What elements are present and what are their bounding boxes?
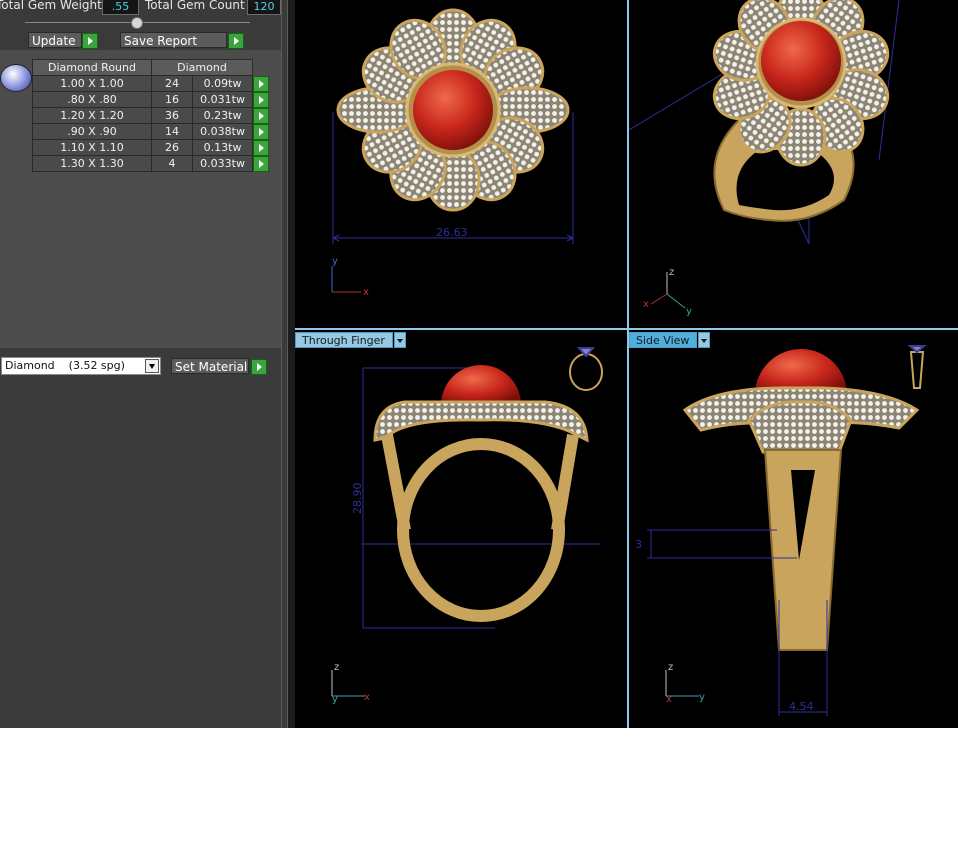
svg-text:x: x	[364, 692, 370, 703]
gem-report-panel: Total Gem Weight .55 Total Gem Count 120…	[0, 0, 287, 728]
chevron-down-icon[interactable]	[394, 332, 406, 348]
side-small-dimension: 3	[635, 538, 642, 551]
total-gem-count-label: Total Gem Count	[145, 0, 245, 12]
svg-text:x: x	[666, 694, 672, 705]
gem-size-cell: 1.30 X 1.30	[32, 155, 152, 172]
through-finger-dimension: 28.90	[351, 483, 364, 515]
tab-side-view[interactable]: Side View	[629, 332, 697, 348]
svg-text:z: z	[668, 662, 673, 673]
total-gem-weight-label: Total Gem Weight	[0, 0, 102, 12]
total-gem-count-value: 120	[247, 0, 281, 15]
row-go-icon[interactable]	[253, 75, 269, 92]
gem-size-cell: .90 X .90	[32, 123, 152, 140]
svg-text:y: y	[699, 692, 705, 703]
gem-count-cell: 4	[150, 155, 194, 172]
perspective-render: z x y	[629, 0, 900, 317]
row-go-icon[interactable]	[253, 123, 269, 140]
axis-gizmo: z y x	[331, 662, 370, 705]
gem-weight-cell: 0.13tw	[192, 139, 253, 156]
table-row[interactable]: .80 X .80 16 0.031tw	[32, 91, 270, 108]
table-row[interactable]: .90 X .90 14 0.038tw	[32, 123, 270, 140]
svg-text:z: z	[669, 267, 674, 278]
viewport-perspective[interactable]: z x y	[629, 0, 958, 328]
svg-text:y: y	[686, 306, 692, 317]
material-select[interactable]: Diamond (3.52 spg)	[1, 357, 161, 375]
gem-weight-cell: 0.038tw	[192, 123, 253, 140]
svg-text:y: y	[332, 256, 338, 267]
column-header-diamond: Diamond	[151, 59, 253, 76]
axis-gizmo: z x y	[643, 267, 692, 317]
viewport-divider-horizontal[interactable]	[295, 328, 958, 330]
gem-size-cell: 1.10 X 1.10	[32, 139, 152, 156]
viewport-top[interactable]: 26.63 y x	[295, 0, 627, 328]
material-area	[0, 348, 287, 728]
table-row[interactable]: 1.20 X 1.20 36 0.23tw	[32, 107, 270, 124]
set-material-go-icon[interactable]	[251, 359, 267, 375]
total-gem-weight-value: .55	[102, 0, 139, 15]
viewport-side-view[interactable]: 3 4.54 z x y Side View	[629, 330, 958, 728]
chevron-down-icon[interactable]	[698, 332, 710, 348]
save-report-go-icon[interactable]	[228, 33, 244, 49]
axis-gizmo: y x	[331, 256, 369, 298]
ring-outline-icon	[569, 347, 603, 391]
gem-count-cell: 14	[150, 123, 194, 140]
app-window: Total Gem Weight .55 Total Gem Count 120…	[0, 0, 958, 728]
svg-text:z: z	[334, 662, 339, 673]
row-go-icon[interactable]	[253, 139, 269, 156]
gem-weight-cell: 0.031tw	[192, 91, 253, 108]
update-go-icon[interactable]	[82, 33, 98, 49]
row-go-icon[interactable]	[253, 91, 269, 108]
table-row[interactable]: 1.00 X 1.00 24 0.09tw	[32, 75, 270, 92]
table-row[interactable]: 1.10 X 1.10 26 0.13tw	[32, 139, 270, 156]
side-shank-dimension: 4.54	[789, 700, 814, 713]
row-go-icon[interactable]	[253, 107, 269, 124]
gem-size-cell: 1.00 X 1.00	[32, 75, 152, 92]
gem-count-cell: 16	[150, 91, 194, 108]
table-row[interactable]: 1.30 X 1.30 4 0.033tw	[32, 155, 270, 172]
gem-count-cell: 36	[150, 107, 194, 124]
material-select-value: Diamond (3.52 spg)	[5, 359, 125, 372]
gem-count-cell: 24	[150, 75, 194, 92]
gem-count-cell: 26	[150, 139, 194, 156]
side-view-render: 3 4.54 z x y	[635, 345, 927, 716]
tab-through-finger[interactable]: Through Finger	[295, 332, 393, 348]
gem-size-cell: 1.20 X 1.20	[32, 107, 152, 124]
gem-size-cell: .80 X .80	[32, 91, 152, 108]
round-gem-icon	[0, 64, 32, 92]
collapse-handle[interactable]	[131, 17, 143, 29]
axis-gizmo: z x y	[665, 662, 705, 705]
column-header-diamond-round: Diamond Round	[32, 59, 152, 76]
save-report-button[interactable]: Save Report	[120, 32, 227, 48]
svg-text:x: x	[363, 287, 369, 298]
set-material-button[interactable]: Set Material	[171, 358, 249, 374]
gem-weight-cell: 0.033tw	[192, 155, 253, 172]
gem-weight-cell: 0.09tw	[192, 75, 253, 92]
update-button[interactable]: Update	[28, 32, 82, 48]
chevron-down-icon[interactable]	[145, 359, 159, 373]
top-view-dimension: 26.63	[436, 226, 468, 239]
ring-side-outline-icon	[907, 345, 927, 389]
gem-weight-cell: 0.23tw	[192, 107, 253, 124]
svg-text:y: y	[332, 694, 338, 705]
viewport-divider-vertical[interactable]	[627, 0, 629, 728]
svg-text:x: x	[643, 299, 649, 310]
viewport-through-finger[interactable]: 28.90 z y x Through Finger	[295, 330, 627, 728]
top-view-render: 26.63 y x	[331, 8, 575, 298]
through-finger-render: 28.90 z y x	[331, 347, 603, 705]
gem-table: Diamond Round Diamond 1.00 X 1.00 24 0.0…	[32, 59, 270, 172]
row-go-icon[interactable]	[253, 155, 270, 172]
